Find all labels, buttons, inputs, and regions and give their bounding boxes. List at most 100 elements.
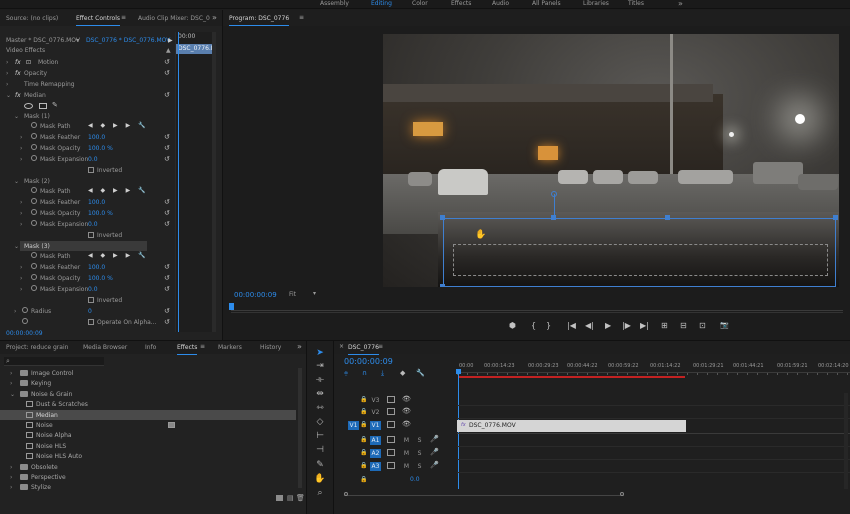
step-back-button[interactable]: ◀| [585, 322, 594, 330]
active-clip-label[interactable]: DSC_0776 * DSC_0776.MOV [86, 38, 170, 44]
add-marker-button[interactable]: ⬢ [509, 322, 516, 330]
stopwatch-icon[interactable] [31, 252, 37, 258]
effect-row-time-remapping[interactable]: › Time Remapping [0, 79, 176, 90]
mask-handle[interactable] [440, 215, 445, 220]
time-ruler[interactable]: 00:00 00:00:14:23 00:00:29:23 00:00:44:2… [457, 359, 850, 377]
tab-markers[interactable]: Markers [218, 345, 242, 351]
scroll-handle-left[interactable] [344, 492, 348, 496]
stopwatch-icon[interactable] [31, 133, 37, 139]
tab-info[interactable]: Info [145, 345, 156, 351]
source-patch-v1[interactable]: V1 [348, 421, 359, 430]
ripple-edit-tool-icon[interactable]: ⟛ [314, 374, 326, 386]
operate-on-alpha-checkbox[interactable] [88, 319, 94, 325]
eye-icon[interactable]: 👁 [402, 420, 411, 428]
lock-icon[interactable]: 🔒 [360, 436, 367, 443]
microphone-icon[interactable]: 🎤 [430, 461, 439, 469]
solo-button[interactable]: S [414, 449, 425, 458]
video-effects-scroll-up[interactable]: ▲ [166, 47, 171, 54]
mute-button[interactable]: M [401, 462, 412, 471]
stopwatch-icon[interactable] [31, 144, 37, 150]
reset-icon[interactable]: ↺ [164, 274, 170, 282]
track-target-v3[interactable]: V3 [370, 396, 381, 405]
reset-icon[interactable]: ↺ [164, 91, 170, 99]
workspace-audio[interactable]: Audio [492, 1, 509, 7]
mask-expansion-value[interactable]: 0.0 [88, 156, 98, 163]
chevron-down-icon[interactable]: ▾ [76, 37, 79, 44]
mask-opacity-value[interactable]: 100.0 % [88, 275, 113, 282]
mute-button[interactable]: M [401, 436, 412, 445]
mask-3-path-row[interactable]: Mask Path ◀ ◆ ▶ ▶ 🔧 [0, 251, 176, 262]
chevron-right-icon[interactable]: › [20, 264, 22, 271]
effect-row-motion[interactable]: › fx ⊡ Motion ↺ [0, 57, 176, 68]
fx-badge[interactable]: fx [15, 59, 21, 66]
chevron-right-icon[interactable]: › [20, 275, 22, 282]
sync-lock-icon[interactable] [387, 436, 395, 443]
fx-badge[interactable]: fx [15, 92, 21, 99]
go-to-in-button[interactable]: |◀ [567, 322, 576, 330]
mask-feather-value[interactable]: 100.0 [88, 199, 105, 206]
mute-button[interactable]: M [401, 449, 412, 458]
track-target-v2[interactable]: V2 [370, 408, 381, 417]
rolling-edit-tool-icon[interactable]: ⇹ [314, 388, 326, 400]
mask-handle[interactable] [551, 191, 557, 197]
mask-feather-value[interactable]: 100.0 [88, 134, 105, 141]
tab-menu-icon[interactable]: ≡ [200, 344, 205, 350]
tree-item-effect[interactable]: Noise Alpha [0, 430, 296, 440]
mask-handle[interactable] [551, 215, 556, 220]
stopwatch-icon[interactable] [31, 155, 37, 161]
program-timecode[interactable]: 00:00:00:09 [234, 292, 277, 299]
workspace-more-button[interactable]: » [678, 0, 683, 8]
rectangle-mask-tool-icon[interactable] [39, 103, 47, 109]
solo-button[interactable]: S [414, 462, 425, 471]
chevron-right-icon[interactable]: › [20, 156, 22, 163]
reset-icon[interactable]: ↺ [164, 133, 170, 141]
chevron-right-icon[interactable]: › [20, 145, 22, 152]
workspace-all-panels[interactable]: All Panels [532, 1, 561, 7]
new-item-icon[interactable]: ▤ [287, 494, 294, 502]
workspace-effects[interactable]: Effects [451, 1, 471, 7]
stopwatch-icon[interactable] [31, 187, 37, 193]
snap-icon[interactable]: ⩷ [344, 369, 348, 378]
tab-project[interactable]: Project: reduce grain [6, 345, 68, 351]
tab-history[interactable]: History [260, 345, 281, 351]
workspace-assembly[interactable]: Assembly [320, 1, 349, 7]
mask-handle[interactable] [440, 284, 445, 287]
stopwatch-icon[interactable] [31, 285, 37, 291]
reset-icon[interactable]: ↺ [164, 58, 170, 66]
tab-effects[interactable]: Effects [177, 345, 198, 355]
reset-icon[interactable]: ↺ [164, 69, 170, 77]
razor-tool-icon[interactable]: ◇ [314, 416, 326, 428]
chevron-right-icon[interactable]: › [10, 370, 12, 377]
track-target-v1[interactable]: V1 [370, 421, 381, 430]
reset-icon[interactable]: ↺ [164, 155, 170, 163]
sync-lock-icon[interactable] [387, 396, 395, 403]
effects-scrollbar[interactable] [298, 368, 302, 488]
sync-lock-icon[interactable] [387, 408, 395, 415]
workspace-editing[interactable]: Editing [371, 1, 392, 7]
mask-track-controls[interactable]: ◀ ◆ ▶ ▶ 🔧 [88, 122, 149, 129]
chevron-down-icon[interactable]: ⌄ [6, 92, 11, 99]
lift-button[interactable]: ⊞ [661, 322, 668, 330]
chevron-right-icon[interactable]: › [6, 81, 8, 88]
panel-more-icon[interactable]: » [297, 343, 302, 351]
stopwatch-icon[interactable] [31, 220, 37, 226]
lock-icon[interactable]: 🔒 [360, 396, 367, 403]
chevron-down-icon[interactable]: ⌄ [10, 391, 15, 398]
chevron-down-icon[interactable]: ⌄ [14, 113, 19, 120]
tab-media-browser[interactable]: Media Browser [83, 345, 127, 351]
work-area-bar[interactable] [458, 376, 685, 378]
chevron-right-icon[interactable]: › [6, 59, 8, 66]
tree-item-folder[interactable]: › Stylize [0, 482, 296, 492]
mask-track-controls[interactable]: ◀ ◆ ▶ ▶ 🔧 [88, 187, 149, 194]
sync-lock-icon[interactable] [387, 462, 395, 469]
tree-item-effect-selected[interactable]: Median [0, 409, 296, 420]
microphone-icon[interactable]: 🎤 [430, 448, 439, 456]
mask-feather-value[interactable]: 100.0 [88, 264, 105, 271]
mask-1-feather-row[interactable]: › Mask Feather 100.0 ↺ [0, 132, 176, 143]
mask-opacity-value[interactable]: 100.0 % [88, 210, 113, 217]
solo-button[interactable]: S [414, 436, 425, 445]
chevron-right-icon[interactable]: › [14, 308, 16, 315]
zoom-tool-icon[interactable]: ⌕ [314, 487, 326, 499]
mask-1-expansion-row[interactable]: › Mask Expansion 0.0 ↺ [0, 154, 176, 165]
rate-stretch-tool-icon[interactable]: ⇿ [314, 402, 326, 414]
